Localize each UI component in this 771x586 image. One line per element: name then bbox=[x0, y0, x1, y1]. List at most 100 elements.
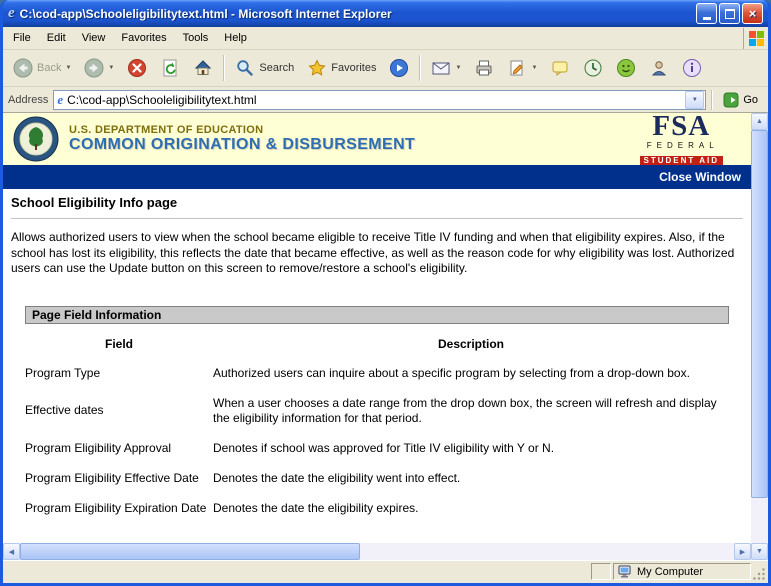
menu-view[interactable]: View bbox=[74, 29, 114, 47]
toolbar-separator bbox=[223, 55, 225, 81]
address-label: Address bbox=[8, 94, 48, 106]
menu-tools[interactable]: Tools bbox=[175, 29, 217, 47]
address-input[interactable]: e C:\cod-app\Schooleligibilitytext.html … bbox=[53, 90, 706, 110]
education-seal-icon bbox=[13, 116, 59, 162]
security-zone-panel: My Computer bbox=[613, 563, 751, 580]
dept-line: U.S. DEPARTMENT OF EDUCATION bbox=[69, 124, 415, 136]
edit-dropdown-icon[interactable]: ▼ bbox=[531, 65, 537, 71]
scroll-up-button[interactable]: ▲ bbox=[751, 113, 768, 130]
address-separator bbox=[711, 90, 713, 110]
favorites-label: Favorites bbox=[331, 62, 376, 74]
edit-icon bbox=[507, 58, 527, 78]
refresh-icon bbox=[160, 58, 180, 78]
vertical-scrollbar[interactable]: ▲ ▼ bbox=[751, 113, 768, 560]
search-label: Search bbox=[259, 62, 294, 74]
stop-button[interactable] bbox=[121, 54, 153, 82]
table-row-field: Program Type bbox=[25, 366, 213, 381]
menu-favorites[interactable]: Favorites bbox=[113, 29, 174, 47]
close-window-link[interactable]: Close Window bbox=[659, 170, 741, 184]
scroll-left-button[interactable]: ◀ bbox=[3, 543, 20, 560]
resize-grip[interactable] bbox=[751, 562, 766, 581]
favorites-star-icon bbox=[307, 58, 327, 78]
divider bbox=[11, 218, 743, 219]
windows-logo-icon bbox=[743, 28, 768, 49]
scroll-right-button[interactable]: ▶ bbox=[734, 543, 751, 560]
menu-file[interactable]: File bbox=[5, 29, 39, 47]
table-row-field: Effective dates bbox=[25, 403, 213, 418]
favorites-button[interactable]: Favorites bbox=[301, 54, 382, 82]
address-dropdown-button[interactable]: ▼ bbox=[685, 91, 704, 109]
search-button[interactable]: Search bbox=[229, 54, 300, 82]
toolbar-separator bbox=[419, 55, 421, 81]
back-button[interactable]: Back ▼ bbox=[7, 54, 77, 82]
my-computer-icon bbox=[618, 565, 633, 578]
scroll-down-button[interactable]: ▼ bbox=[751, 543, 768, 560]
restore-icon bbox=[725, 9, 735, 19]
minimize-button[interactable] bbox=[696, 3, 717, 24]
table-row-description: Denotes the date the eligibility expires… bbox=[213, 501, 729, 516]
fsa-student-aid-text: STUDENT AID bbox=[640, 156, 723, 166]
ie-logo-icon: e bbox=[8, 6, 15, 21]
back-icon bbox=[13, 58, 33, 78]
media-icon bbox=[389, 58, 409, 78]
forward-icon bbox=[84, 58, 104, 78]
go-icon bbox=[723, 92, 739, 108]
research-icon bbox=[682, 58, 702, 78]
menu-edit[interactable]: Edit bbox=[39, 29, 74, 47]
mail-dropdown-icon[interactable]: ▼ bbox=[455, 65, 461, 71]
forward-button[interactable]: ▼ bbox=[78, 54, 120, 82]
edit-button[interactable]: ▼ bbox=[501, 54, 543, 82]
column-header-description: Description bbox=[213, 337, 729, 351]
zone-label: My Computer bbox=[637, 566, 703, 578]
minimize-icon bbox=[703, 17, 711, 20]
menu-bar: File Edit View Favorites Tools Help bbox=[3, 27, 768, 50]
research-button[interactable] bbox=[676, 54, 708, 82]
table-row-description: Denotes if school was approved for Title… bbox=[213, 441, 729, 456]
mail-icon bbox=[431, 58, 451, 78]
forward-dropdown-icon[interactable]: ▼ bbox=[108, 65, 114, 71]
table-row-description: Denotes the date the eligibility went in… bbox=[213, 471, 729, 486]
back-dropdown-icon[interactable]: ▼ bbox=[65, 65, 71, 71]
media-button[interactable] bbox=[383, 54, 415, 82]
page-body: School Eligibility Info page Allows auth… bbox=[3, 189, 751, 543]
page-content: U.S. DEPARTMENT OF EDUCATION COMMON ORIG… bbox=[3, 113, 751, 560]
address-value: C:\cod-app\Schooleligibilitytext.html bbox=[67, 93, 685, 107]
fsa-federal-text: FEDERAL bbox=[643, 142, 723, 150]
menu-help[interactable]: Help bbox=[216, 29, 255, 47]
mail-button[interactable]: ▼ bbox=[425, 54, 467, 82]
horizontal-scrollbar[interactable]: ◀ ▶ bbox=[3, 543, 751, 560]
horizontal-scrollbar-thumb[interactable] bbox=[20, 543, 360, 560]
page-title: School Eligibility Info page bbox=[11, 195, 743, 210]
go-button[interactable]: Go bbox=[718, 91, 763, 109]
messenger-button[interactable] bbox=[610, 54, 642, 82]
window-title: C:\cod-app\Schooleligibilitytext.html - … bbox=[20, 7, 691, 21]
column-header-field: Field bbox=[25, 337, 213, 351]
table-row-description: Authorized users can inquire about a spe… bbox=[213, 366, 729, 381]
close-button[interactable]: × bbox=[742, 3, 763, 24]
search-icon bbox=[235, 58, 255, 78]
history-button[interactable] bbox=[577, 54, 609, 82]
refresh-button[interactable] bbox=[154, 54, 186, 82]
history-icon bbox=[583, 58, 603, 78]
discuss-button[interactable] bbox=[544, 54, 576, 82]
field-table: Field Description Program Type Authorize… bbox=[25, 337, 729, 516]
page-icon: e bbox=[57, 93, 63, 106]
home-button[interactable] bbox=[187, 54, 219, 82]
section-header: Page Field Information bbox=[25, 306, 729, 324]
go-label: Go bbox=[743, 94, 758, 106]
restore-button[interactable] bbox=[719, 3, 740, 24]
messenger-icon bbox=[616, 58, 636, 78]
vertical-scrollbar-track[interactable] bbox=[751, 498, 768, 543]
print-button[interactable] bbox=[468, 54, 500, 82]
intro-paragraph: Allows authorized users to view when the… bbox=[11, 230, 743, 277]
cod-banner: U.S. DEPARTMENT OF EDUCATION COMMON ORIG… bbox=[3, 113, 751, 165]
standard-toolbar: Back ▼ ▼ Search Favorites bbox=[3, 50, 768, 87]
status-message-panel bbox=[5, 562, 591, 581]
fsa-logo: FSA FEDERAL STUDENT AID bbox=[640, 113, 723, 167]
vertical-scrollbar-thumb[interactable] bbox=[751, 130, 768, 498]
home-icon bbox=[193, 58, 213, 78]
contacts-icon bbox=[649, 58, 669, 78]
horizontal-scrollbar-track[interactable] bbox=[360, 543, 734, 560]
contacts-button[interactable] bbox=[643, 54, 675, 82]
title-bar[interactable]: e C:\cod-app\Schooleligibilitytext.html … bbox=[3, 0, 768, 27]
